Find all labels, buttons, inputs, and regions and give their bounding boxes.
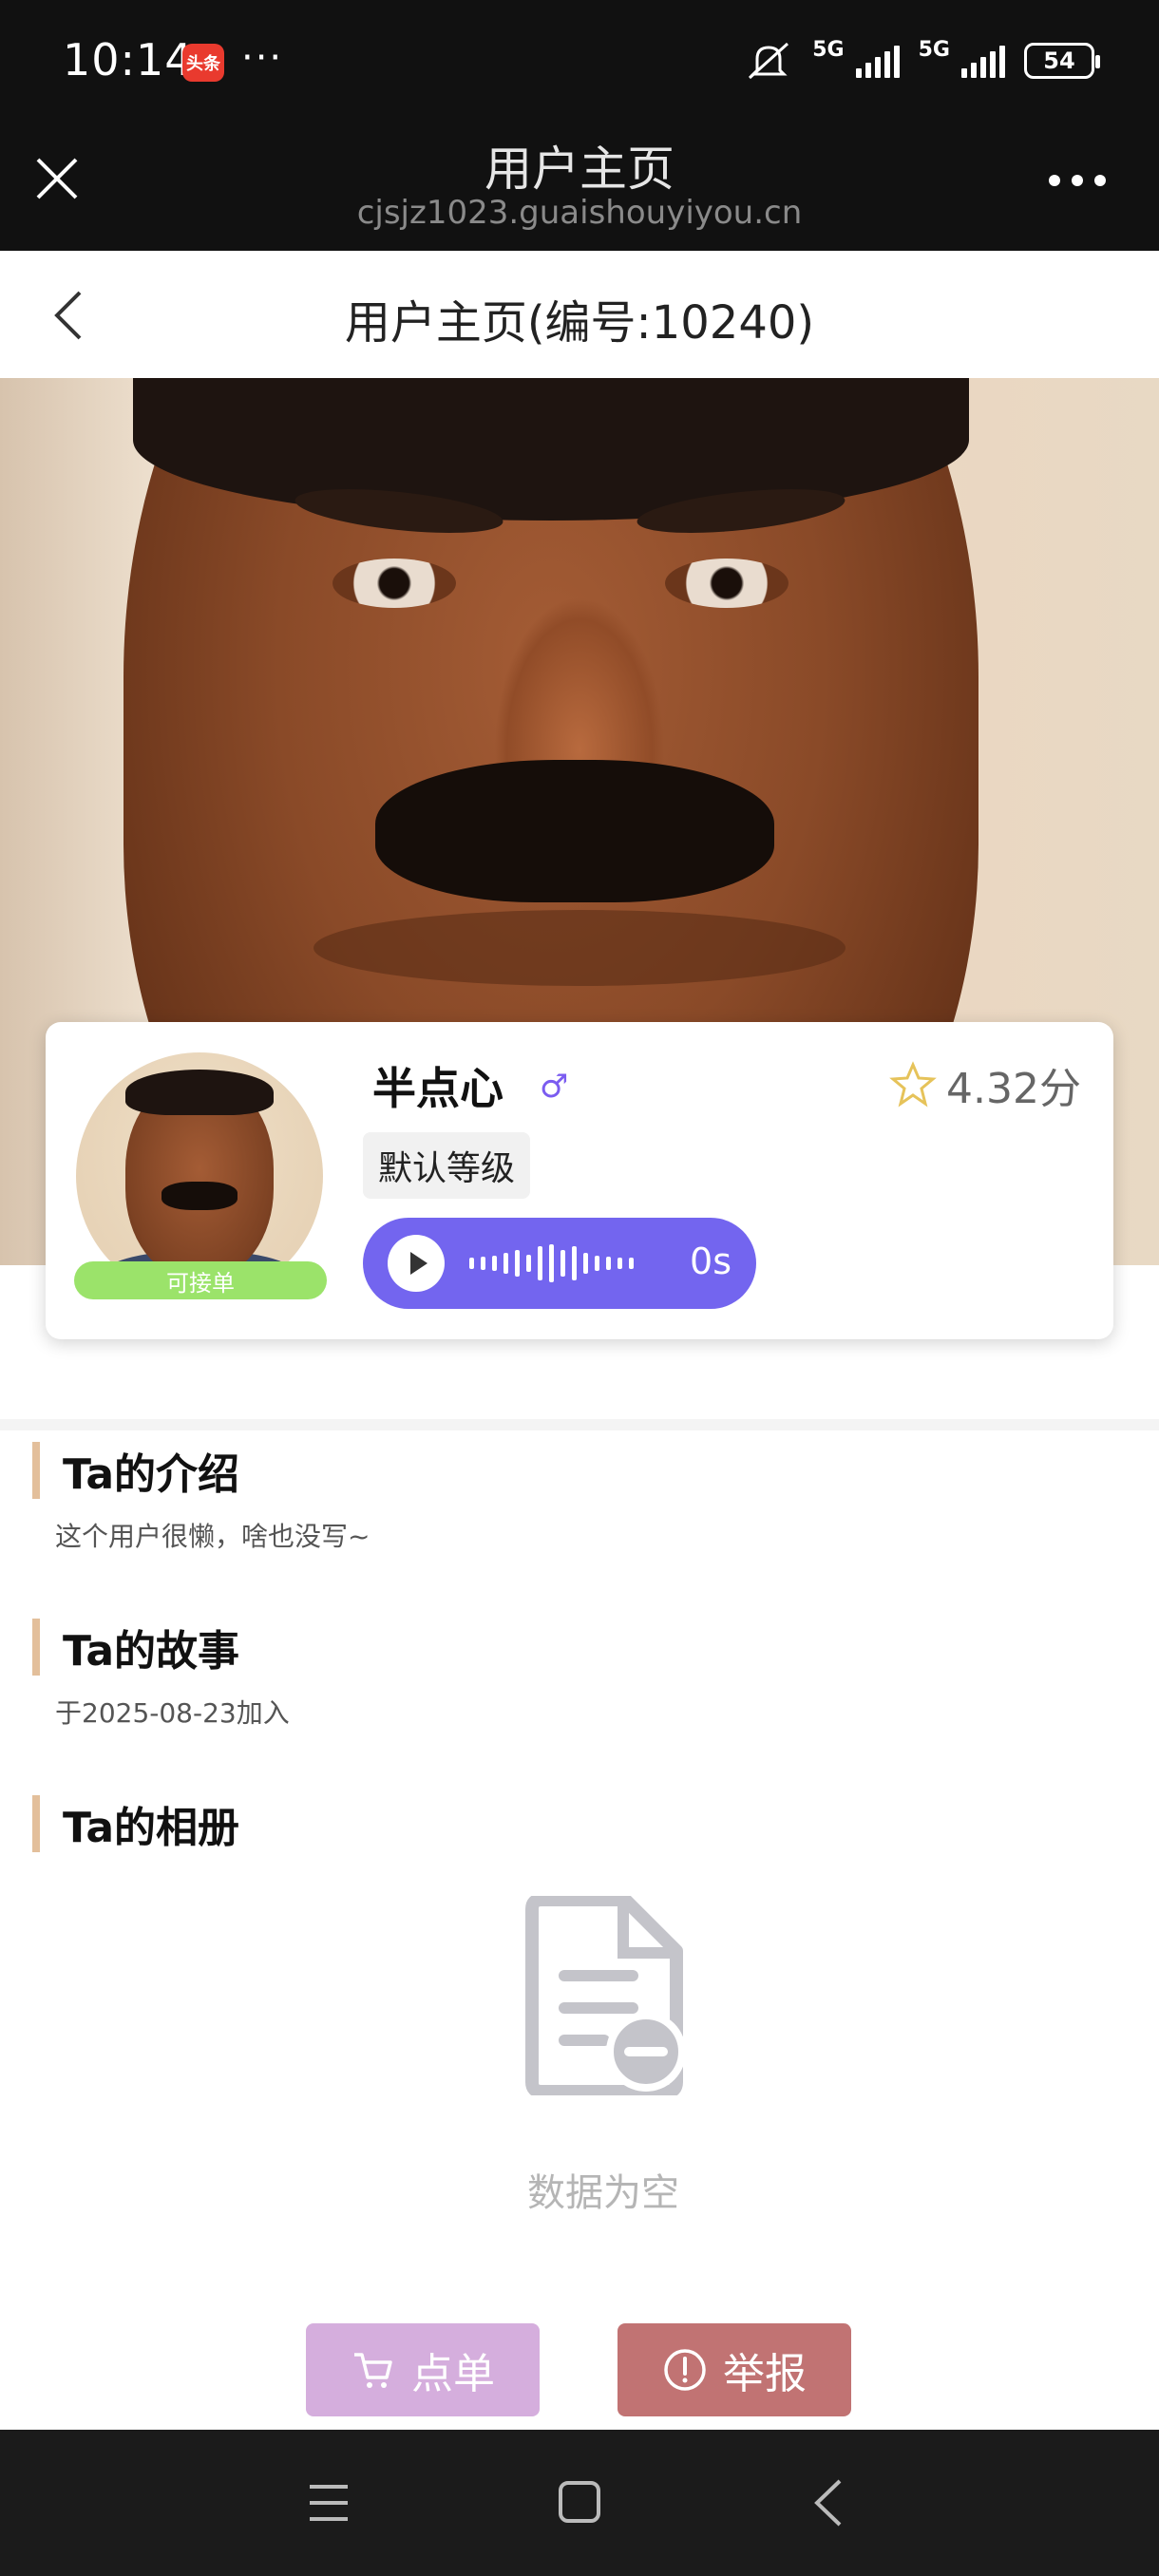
availability-badge: 可接单 <box>74 1261 327 1299</box>
play-icon[interactable] <box>388 1235 445 1292</box>
battery-icon: 54 <box>1024 42 1100 79</box>
system-back-icon[interactable] <box>809 2477 847 2529</box>
intro-text: 这个用户很懒，啥也没写~ <box>55 1521 370 1552</box>
voice-intro-button[interactable]: 0s <box>363 1218 756 1309</box>
browser-header: 用户主页 cjsjz1023.guaishouyiyou.cn <box>0 125 1159 251</box>
profile-card: 可接单 半点心 ♂ 4.32分 默认等级 0s <box>46 1022 1113 1339</box>
cart-icon <box>354 2353 392 2388</box>
user-name: 半点心 <box>372 1063 504 1114</box>
home-icon[interactable] <box>557 2479 602 2525</box>
status-indicators: 5G 5G 54 <box>744 38 1100 83</box>
empty-state-text: 数据为空 <box>527 2171 679 2215</box>
section-divider <box>0 1419 1159 1430</box>
male-gender-icon: ♂ <box>540 1068 569 1106</box>
rating-value: 4.32分 <box>946 1065 1081 1113</box>
more-icon[interactable] <box>1049 175 1106 186</box>
network-label-1: 5G <box>812 38 845 62</box>
album-section-title: Ta的相册 <box>32 1795 239 1852</box>
story-section-title: Ta的故事 <box>32 1619 239 1676</box>
intro-section-title: Ta的介绍 <box>32 1442 239 1499</box>
signal-icon-2 <box>961 44 1005 78</box>
signal-icon-1 <box>855 44 900 78</box>
news-app-icon: 头条 <box>182 44 224 82</box>
warning-icon <box>664 2349 706 2391</box>
waveform-icon <box>469 1244 634 1282</box>
order-button-label: 点单 <box>411 2350 495 2398</box>
more-notifications-icon: ··· <box>241 36 284 80</box>
page-nav-bar: 用户主页(编号:10240) <box>0 251 1159 378</box>
browser-url: cjsjz1023.guaishouyiyou.cn <box>356 194 803 232</box>
page-title: 用户主页(编号:10240) <box>344 296 815 350</box>
recent-apps-icon[interactable] <box>306 2481 352 2525</box>
status-time: 10:14 <box>63 34 194 85</box>
system-nav-bar <box>0 2430 1159 2576</box>
order-button[interactable]: 点单 <box>306 2323 540 2416</box>
star-icon <box>889 1061 937 1108</box>
browser-title: 用户主页 <box>484 142 674 197</box>
rating: 4.32分 <box>889 1054 1081 1115</box>
voice-duration: 0s <box>690 1241 732 1282</box>
story-text: 于2025-08-23加入 <box>55 1697 290 1729</box>
empty-document-icon <box>525 1896 686 2095</box>
level-tag: 默认等级 <box>363 1132 531 1199</box>
network-label-2: 5G <box>918 38 950 62</box>
report-button[interactable]: 举报 <box>618 2323 851 2416</box>
status-bar: 10:14 头条 ··· 5G 5G 54 <box>0 0 1159 125</box>
mute-bell-icon <box>749 42 789 79</box>
report-button-label: 举报 <box>723 2350 807 2398</box>
